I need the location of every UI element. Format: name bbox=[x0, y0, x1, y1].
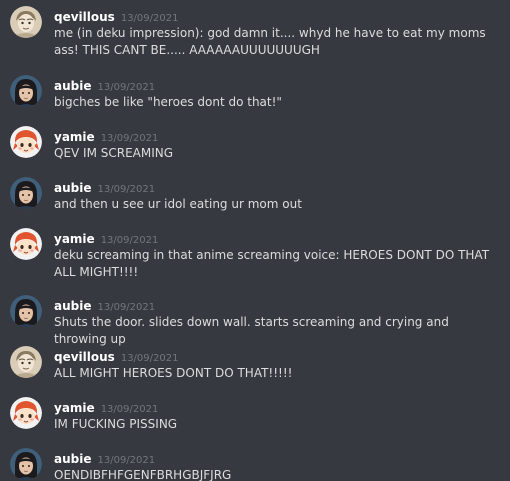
message-header: aubie 13/09/2021 bbox=[54, 295, 155, 313]
timestamp: 13/09/2021 bbox=[100, 235, 159, 246]
timestamp: 13/09/2021 bbox=[97, 455, 156, 466]
message-header: yamie 13/09/2021 bbox=[54, 397, 158, 415]
message-text: deku screaming in that anime screaming v… bbox=[54, 248, 490, 279]
username[interactable]: aubie bbox=[54, 299, 91, 313]
username[interactable]: aubie bbox=[54, 79, 91, 93]
timestamp: 13/09/2021 bbox=[97, 184, 156, 195]
yamie-avatar-icon[interactable] bbox=[10, 126, 42, 158]
timestamp: 13/09/2021 bbox=[97, 302, 156, 313]
timestamp: 13/09/2021 bbox=[100, 404, 159, 415]
message-text: Shuts the door. slides down wall. starts… bbox=[54, 315, 449, 346]
message-text: IM FUCKING PISSING bbox=[54, 417, 178, 431]
message-text: ALL MIGHT HEROES DONT DO THAT!!!!! bbox=[54, 366, 293, 380]
message-text: bigches be like "heroes dont do that!" bbox=[54, 95, 282, 109]
chat-log: qevillous 13/09/2021 me (in deku impressi… bbox=[0, 0, 510, 481]
message-header: aubie 13/09/2021 bbox=[54, 448, 155, 466]
aubie-avatar-icon[interactable] bbox=[10, 448, 42, 480]
username[interactable]: qevillous bbox=[54, 350, 115, 364]
aubie-avatar-icon[interactable] bbox=[10, 177, 42, 209]
message-text: and then u see ur idol eating ur mom out bbox=[54, 197, 302, 211]
username[interactable]: yamie bbox=[54, 232, 95, 246]
message-text: me (in deku impression): god damn it....… bbox=[54, 26, 486, 57]
aubie-avatar-icon[interactable] bbox=[10, 75, 42, 107]
username[interactable]: qevillous bbox=[54, 10, 115, 24]
yamie-avatar-icon[interactable] bbox=[10, 397, 42, 429]
timestamp: 13/09/2021 bbox=[100, 133, 159, 144]
qevillous-avatar-icon[interactable] bbox=[10, 6, 42, 38]
username[interactable]: yamie bbox=[54, 401, 95, 415]
timestamp: 13/09/2021 bbox=[120, 13, 179, 24]
username[interactable]: aubie bbox=[54, 181, 91, 195]
message-text: QEV IM SCREAMING bbox=[54, 146, 174, 160]
message-header: aubie 13/09/2021 bbox=[54, 177, 155, 195]
message-header: yamie 13/09/2021 bbox=[54, 228, 158, 246]
timestamp: 13/09/2021 bbox=[120, 353, 179, 364]
message-header: qevillous 13/09/2021 bbox=[54, 346, 178, 364]
aubie-avatar-icon[interactable] bbox=[10, 295, 42, 327]
message-header: yamie 13/09/2021 bbox=[54, 126, 158, 144]
yamie-avatar-icon[interactable] bbox=[10, 228, 42, 260]
message-text: OENDIBFHFGENFBRHGBJFJRG bbox=[54, 468, 232, 481]
timestamp: 13/09/2021 bbox=[97, 82, 156, 93]
qevillous-avatar-icon[interactable] bbox=[10, 346, 42, 378]
username[interactable]: yamie bbox=[54, 130, 95, 144]
message-header: aubie 13/09/2021 bbox=[54, 75, 155, 93]
message-header: qevillous 13/09/2021 bbox=[54, 6, 178, 24]
username[interactable]: aubie bbox=[54, 452, 91, 466]
